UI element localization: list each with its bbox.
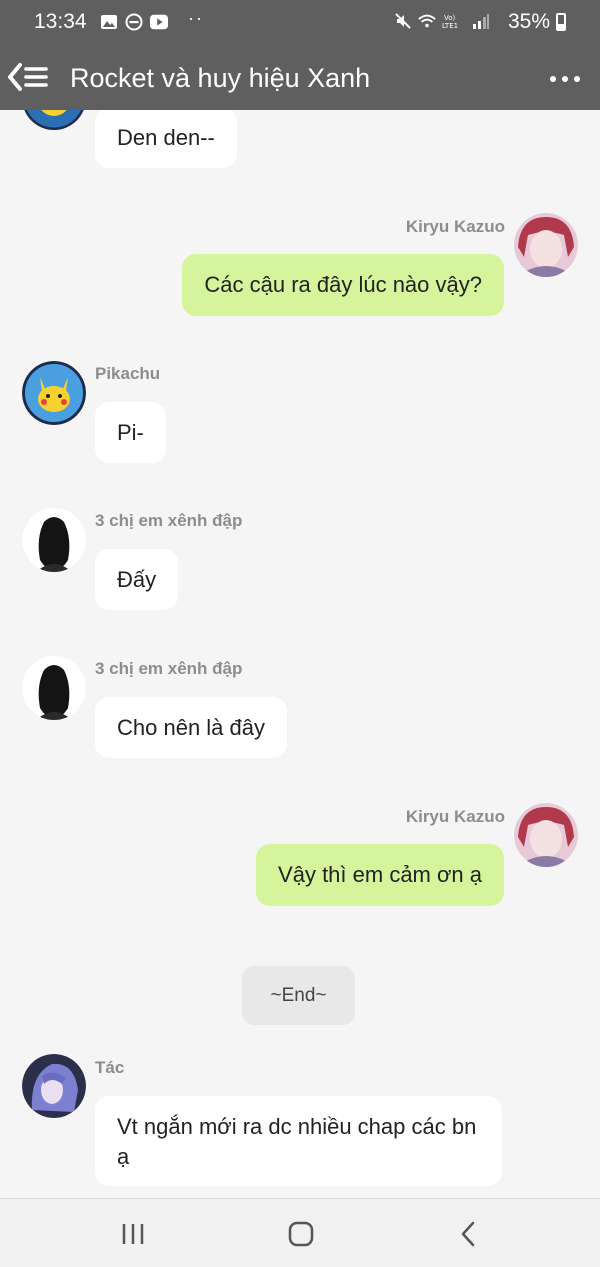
more-dot-icon [550, 76, 556, 82]
chat-message-list[interactable]: Den den-- Kiryu Kazuo Các cậu ra đây lúc… [0, 110, 600, 1198]
svg-text:LTE1: LTE1 [442, 22, 458, 30]
sender-name: Kiryu Kazuo [405, 807, 505, 826]
battery-percent: 35% [507, 10, 550, 33]
more-notifications-dots: ·· [188, 8, 204, 28]
status-time: 13:34 [34, 10, 87, 33]
pikachu-avatar[interactable] [22, 110, 86, 130]
more-options-button[interactable] [550, 64, 582, 92]
message-bubble[interactable]: Vậy thì em cảm ơn ạ [256, 844, 504, 906]
kiryu-avatar[interactable] [514, 213, 578, 277]
recent-apps-button[interactable] [113, 1217, 153, 1251]
pikachu-avatar[interactable] [22, 361, 86, 425]
message-bubble[interactable]: Đấy [95, 549, 179, 610]
chat-title: Rocket và huy hiệu Xanh [70, 63, 371, 93]
do-not-disturb-icon [125, 13, 143, 31]
battery-icon [556, 13, 566, 31]
app-bar: Rocket và huy hiệu Xanh [0, 50, 600, 110]
message-bubble[interactable]: Các cậu ra đây lúc nào vậy? [182, 254, 504, 316]
message-bubble[interactable]: Den den-- [95, 110, 237, 168]
sender-name: Tác [95, 1058, 125, 1077]
message-bubble[interactable]: Cho nên là đây [95, 697, 287, 758]
more-dot-icon [574, 76, 580, 82]
silhouette-avatar[interactable] [22, 656, 86, 720]
more-dot-icon [562, 76, 568, 82]
back-menu-button[interactable] [6, 60, 50, 94]
gallery-icon [101, 15, 117, 29]
sender-name: Kiryu Kazuo [405, 217, 505, 236]
message-bubble[interactable]: Vt ngắn mới ra dc nhiều chap các bn ạ [95, 1096, 502, 1186]
volte-lte-icon: Vo)LTE1 [442, 14, 458, 30]
sender-name: Pikachu [95, 364, 161, 383]
back-button[interactable] [449, 1217, 489, 1251]
home-button[interactable] [281, 1217, 321, 1251]
system-message: ~End~ [242, 966, 355, 1025]
silhouette-avatar[interactable] [22, 508, 86, 572]
sender-name: 3 chị em xênh đập [95, 511, 243, 530]
mute-icon [395, 13, 411, 29]
signal-icon [473, 14, 489, 29]
top-bar: 13:34 ·· Vo) LTE1 35% Rocket và huy hiệu … [0, 0, 600, 110]
status-bar: 13:34 ·· Vo) LTE1 35% [0, 0, 600, 46]
kiryu-avatar[interactable] [514, 803, 578, 867]
navigation-bar [0, 1198, 600, 1267]
message-bubble[interactable]: Pi- [95, 402, 166, 463]
youtube-icon [150, 14, 168, 30]
wifi-icon [418, 14, 436, 28]
sender-name: 3 chị em xênh đập [95, 659, 243, 678]
svg-text:Vo): Vo) [444, 14, 456, 22]
tac-avatar[interactable] [22, 1054, 86, 1118]
